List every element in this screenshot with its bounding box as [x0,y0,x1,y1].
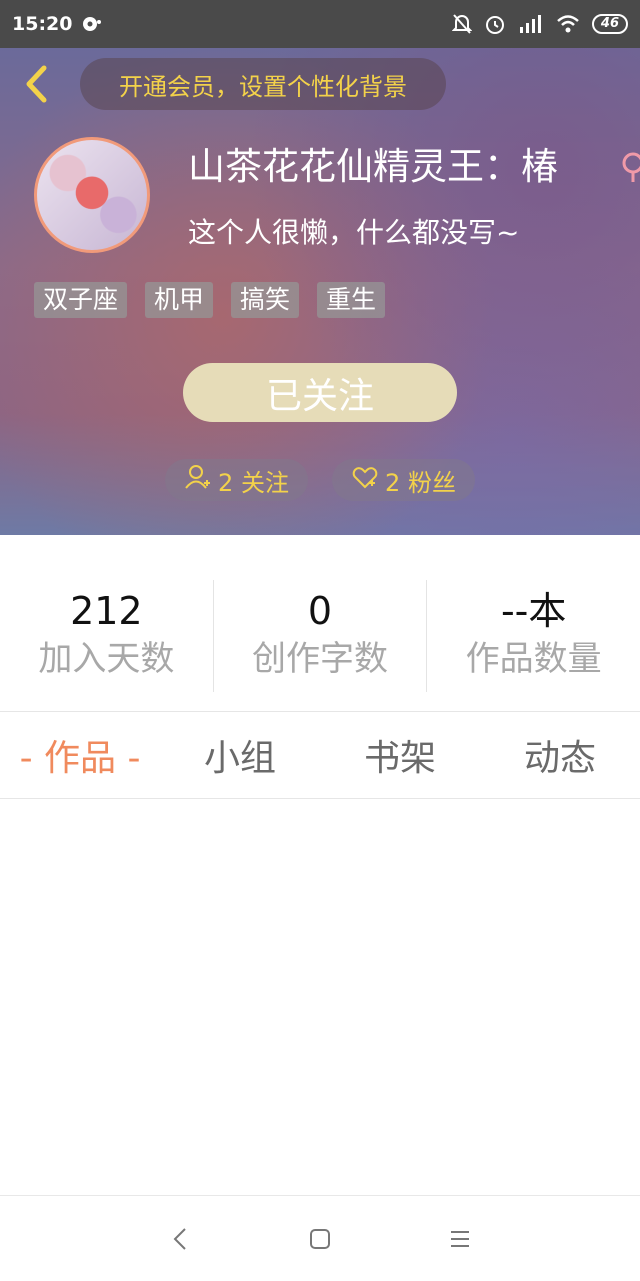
vip-background-prompt[interactable]: 开通会员，设置个性化背景 [80,58,446,110]
back-chevron-icon [26,65,47,103]
status-bar: 15:20 46 [0,0,640,48]
profile-tabs: - 作品 - 小组 书架 动态 [0,712,640,798]
media-icon [82,16,102,32]
battery-icon: 46 [591,14,628,34]
count-value: 0 [307,589,333,633]
tab-groups[interactable]: 小组 [160,712,320,798]
tag-item: 重生 [317,282,386,318]
fans-count: 2 粉丝 [385,468,456,497]
count-value: --本 [500,589,567,633]
profile-counts: 212 加入天数 0 创作字数 --本 作品数量 [0,580,640,692]
system-nav-bar [0,1195,640,1281]
tag-item: 搞笑 [231,282,300,318]
works-count-stat: --本 作品数量 [427,580,640,692]
followed-button[interactable]: 已关注 [183,363,457,422]
following-button[interactable]: 2 关注 [165,459,308,501]
back-button[interactable] [14,62,58,106]
hd-signal-icon [518,13,544,35]
home-nav-icon[interactable] [305,1224,335,1254]
tag-item: 机甲 [145,282,214,318]
tab-activity[interactable]: 动态 [480,712,640,798]
count-label: 加入天数 [38,639,175,679]
fans-button[interactable]: 2 粉丝 [332,459,475,501]
mute-bell-icon [451,13,472,35]
user-bio: 这个人很懒，什么都没写~ [188,216,520,249]
word-count-stat: 0 创作字数 [214,580,428,692]
count-value: 212 [70,589,143,633]
avatar[interactable] [34,137,150,253]
count-label: 作品数量 [465,639,602,679]
female-icon [618,151,640,183]
join-days-stat: 212 加入天数 [0,580,214,692]
back-nav-icon[interactable] [165,1224,195,1254]
profile-header: 开通会员，设置个性化背景 山茶花花仙精灵王：椿 这个人很懒，什么都没写~ 双子座… [0,48,640,535]
tag-item: 双子座 [34,282,128,318]
heart-add-icon [351,464,379,496]
alarm-icon [484,13,506,35]
username: 山茶花花仙精灵王：椿 [188,145,558,188]
tab-bookshelf[interactable]: 书架 [320,712,480,798]
person-add-icon [184,463,212,497]
count-label: 创作字数 [252,639,388,679]
following-count: 2 关注 [218,468,289,497]
menu-nav-icon[interactable] [445,1224,475,1254]
divider [0,798,640,799]
wifi-icon [556,14,580,34]
tab-works[interactable]: - 作品 - [0,712,160,798]
status-time: 15:20 [12,13,73,35]
tag-list: 双子座 机甲 搞笑 重生 [34,282,386,318]
